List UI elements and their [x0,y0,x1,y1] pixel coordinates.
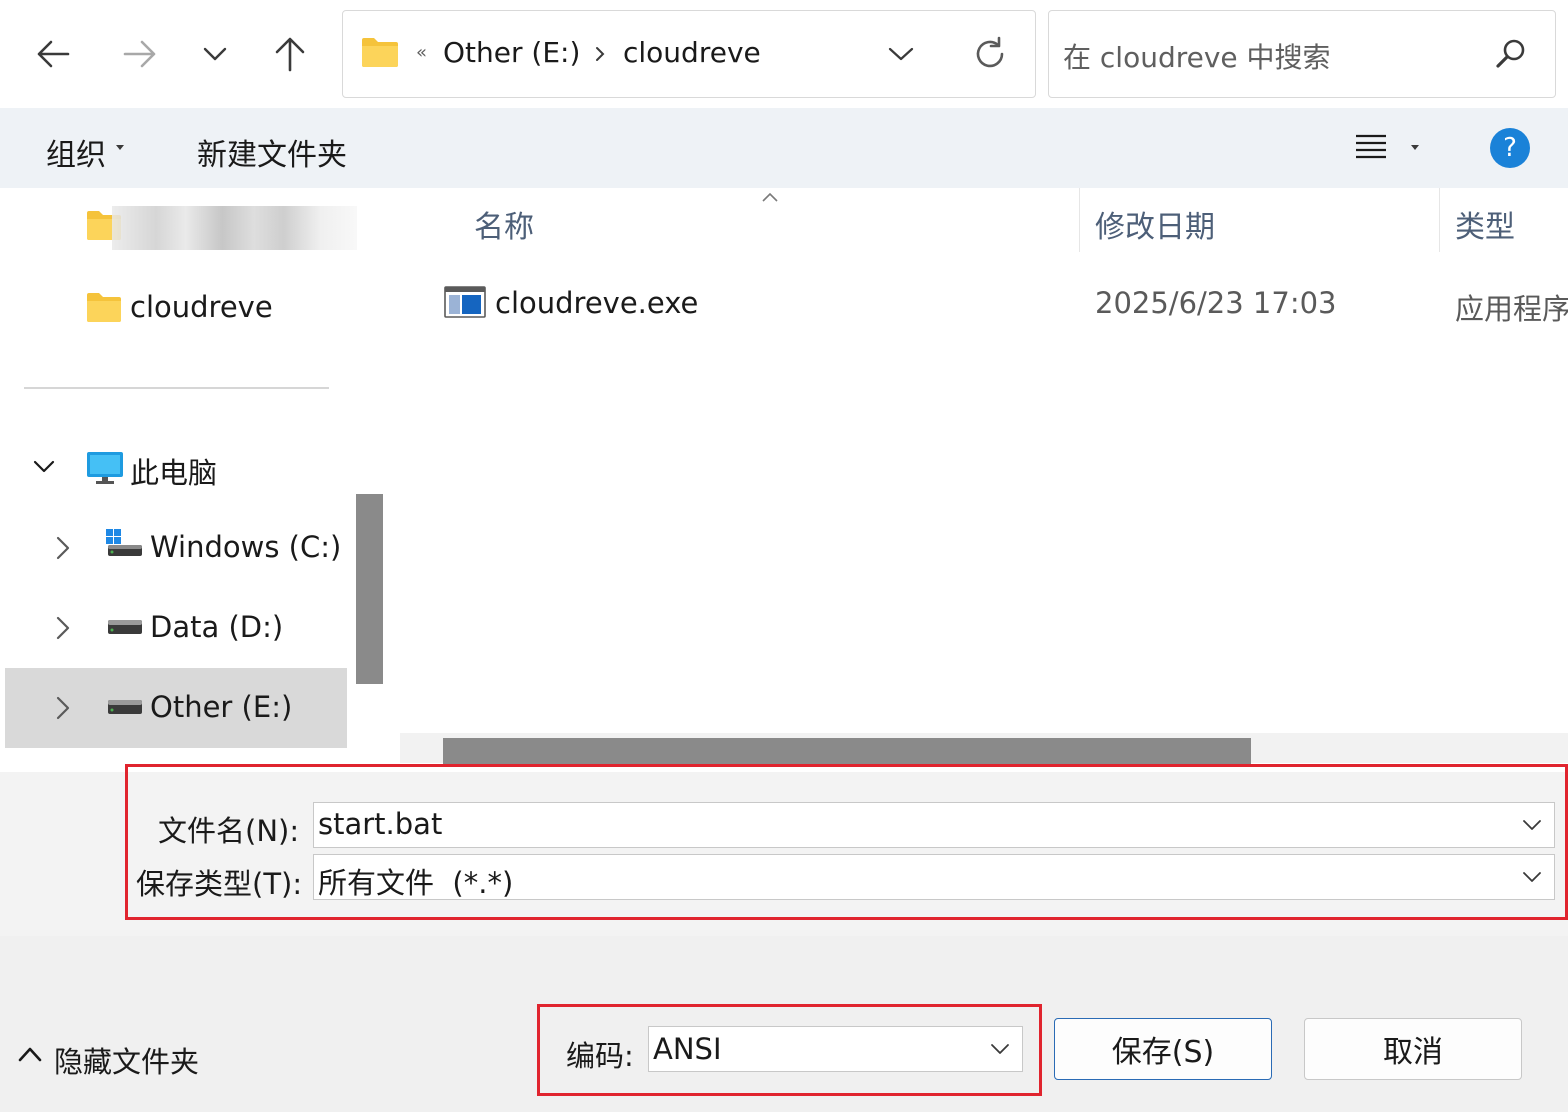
expand-chevron-down-icon[interactable] [33,460,55,474]
computer-icon [87,452,123,484]
search-icon[interactable] [1495,38,1527,70]
help-button[interactable]: ? [1490,128,1530,168]
chevron-right-icon [596,47,605,61]
filename-label: 文件名(N): [158,814,300,848]
arrow-left-icon [37,40,70,68]
application-exe-icon [444,286,486,318]
file-name[interactable]: cloudreve.exe [495,286,698,320]
expand-chevron-right-icon[interactable] [56,536,70,560]
folder-icon [362,38,398,67]
navigation-scrollbar[interactable] [356,494,383,684]
filename-combobox[interactable] [313,802,1555,848]
drive-icon [108,700,142,714]
back-button[interactable] [25,26,81,82]
arrow-right-icon [123,40,156,68]
arrow-up-icon [275,37,305,72]
tree-item-cloudreve[interactable]: cloudreve [130,290,273,324]
chevron-down-icon[interactable] [1522,819,1542,831]
search-input[interactable]: 在 cloudreve 中搜索 [1063,36,1331,76]
view-dropdown-caret-icon[interactable] [1411,145,1419,151]
tree-item-drive-e[interactable]: Other (E:) [150,690,292,724]
horizontal-scrollbar-thumb[interactable] [443,738,1251,764]
redacted-folder-label[interactable] [112,206,357,250]
forward-button[interactable] [112,26,168,82]
caret-down-icon [116,145,124,150]
tree-item-drive-c[interactable]: Windows (C:) [150,530,341,564]
encoding-label: 编码: [566,1039,634,1073]
folder-icon [87,293,121,322]
breadcrumb-item-drive[interactable]: Other (E:) [443,36,580,69]
drive-icon [108,620,142,634]
new-folder-button[interactable]: 新建文件夹 [197,130,347,174]
file-date: 2025/6/23 17:03 [1095,286,1337,320]
encoding-value[interactable]: ANSI [653,1032,722,1066]
breadcrumb-item-folder[interactable]: cloudreve [623,36,761,69]
column-header-date[interactable]: 修改日期 [1095,202,1215,246]
tree-item-this-pc[interactable]: 此电脑 [130,450,217,492]
filetype-value[interactable]: 所有文件 (*.*) [318,860,513,902]
file-type: 应用程序 [1455,292,1568,326]
address-history-chevron-icon[interactable] [888,47,914,61]
tree-item-drive-d[interactable]: Data (D:) [150,610,283,644]
expand-chevron-right-icon[interactable] [56,616,70,640]
breadcrumb-overflow[interactable]: « [416,42,427,63]
windows-drive-icon [106,529,142,556]
tree-divider [24,387,329,389]
expand-chevron-right-icon[interactable] [56,696,70,720]
sort-ascending-icon [762,192,778,202]
column-header-name[interactable]: 名称 [474,202,534,246]
chevron-down-icon[interactable] [990,1043,1010,1055]
column-separator[interactable] [1079,188,1080,252]
recent-locations-button[interactable] [187,26,243,82]
chevron-down-icon[interactable] [1522,871,1542,883]
view-options-icon[interactable] [1356,133,1386,161]
column-separator[interactable] [1439,188,1440,252]
refresh-icon[interactable] [972,36,1008,72]
column-header-type[interactable]: 类型 [1455,202,1515,246]
save-button[interactable]: 保存(S) [1054,1018,1272,1080]
filetype-label: 保存类型(T): [136,867,303,901]
cancel-button[interactable]: 取消 [1304,1018,1522,1080]
organize-menu[interactable]: 组织 [46,130,106,174]
chevron-down-icon [203,47,227,61]
help-icon: ? [1503,133,1517,163]
up-button[interactable] [262,26,318,82]
chevron-up-icon[interactable] [18,1046,42,1062]
hide-folders-toggle[interactable]: 隐藏文件夹 [54,1039,199,1081]
filename-input[interactable]: start.bat [318,807,442,841]
